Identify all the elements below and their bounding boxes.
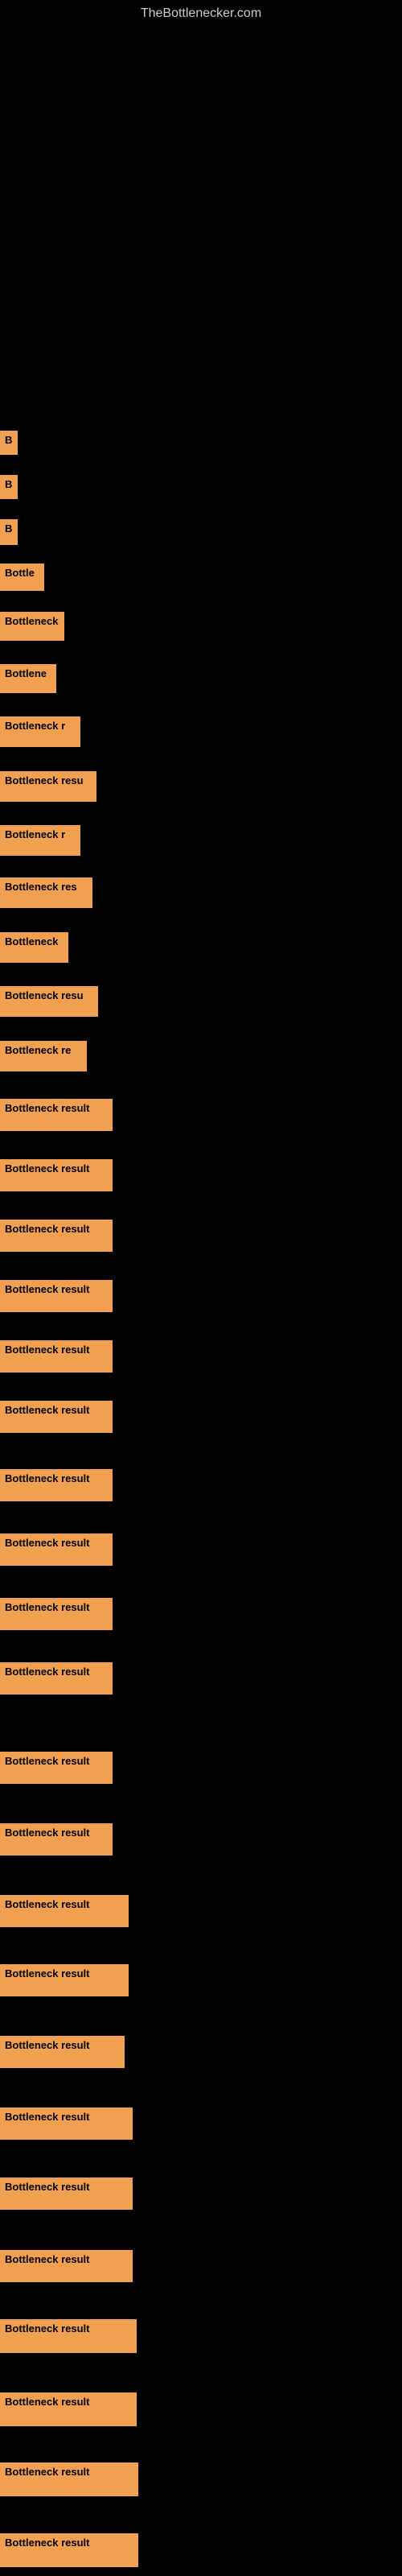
bottleneck-result-item[interactable]: Bottleneck result bbox=[0, 2533, 138, 2567]
bottleneck-result-item[interactable]: Bottleneck bbox=[0, 932, 68, 963]
bottleneck-result-item[interactable]: Bottleneck r bbox=[0, 825, 80, 856]
bottleneck-result-item[interactable]: Bottleneck result bbox=[0, 1534, 113, 1566]
bottleneck-result-item[interactable]: Bottleneck result bbox=[0, 1280, 113, 1312]
bottleneck-result-item[interactable]: Bottleneck result bbox=[0, 1662, 113, 1695]
bottleneck-result-item[interactable]: Bottlene bbox=[0, 664, 56, 693]
bottleneck-result-item[interactable]: Bottleneck result bbox=[0, 1401, 113, 1433]
bottleneck-result-item[interactable]: Bottleneck result bbox=[0, 1964, 129, 1996]
bottleneck-result-item[interactable]: B bbox=[0, 431, 18, 455]
bottleneck-result-item[interactable]: Bottleneck result bbox=[0, 1469, 113, 1501]
bottleneck-result-item[interactable]: Bottleneck r bbox=[0, 716, 80, 747]
bottleneck-result-item[interactable]: B bbox=[0, 475, 18, 499]
bottleneck-result-item[interactable]: Bottleneck resu bbox=[0, 986, 98, 1017]
bottleneck-result-item[interactable]: Bottleneck resu bbox=[0, 771, 96, 802]
site-title: TheBottlenecker.com bbox=[0, 0, 402, 24]
bottleneck-result-item[interactable]: B bbox=[0, 519, 18, 545]
bottleneck-result-item[interactable]: Bottleneck result bbox=[0, 1895, 129, 1927]
bottleneck-result-item[interactable]: Bottleneck result bbox=[0, 2462, 138, 2496]
bottleneck-result-item[interactable]: Bottleneck result bbox=[0, 2319, 137, 2353]
bottleneck-result-item[interactable]: Bottleneck result bbox=[0, 1159, 113, 1191]
bottleneck-result-item[interactable]: Bottleneck result bbox=[0, 1752, 113, 1784]
bottleneck-result-item[interactable]: Bottleneck result bbox=[0, 1598, 113, 1630]
bottleneck-result-item[interactable]: Bottleneck bbox=[0, 612, 64, 641]
bottleneck-result-item[interactable]: Bottleneck result bbox=[0, 2178, 133, 2210]
bottleneck-result-item[interactable]: Bottleneck result bbox=[0, 2250, 133, 2282]
bottleneck-result-item[interactable]: Bottleneck res bbox=[0, 877, 92, 908]
bottleneck-result-item[interactable]: Bottleneck result bbox=[0, 2036, 125, 2068]
bottleneck-result-item[interactable]: Bottleneck result bbox=[0, 1099, 113, 1131]
bottleneck-result-item[interactable]: Bottleneck result bbox=[0, 1220, 113, 1252]
bottleneck-result-item[interactable]: Bottleneck result bbox=[0, 2107, 133, 2140]
bottleneck-result-item[interactable]: Bottleneck result bbox=[0, 2392, 137, 2426]
bottleneck-result-item[interactable]: Bottleneck re bbox=[0, 1041, 87, 1071]
bottleneck-result-item[interactable]: Bottleneck result bbox=[0, 1823, 113, 1856]
bottleneck-result-item[interactable]: Bottle bbox=[0, 564, 44, 591]
bottleneck-result-item[interactable]: Bottleneck result bbox=[0, 1340, 113, 1373]
